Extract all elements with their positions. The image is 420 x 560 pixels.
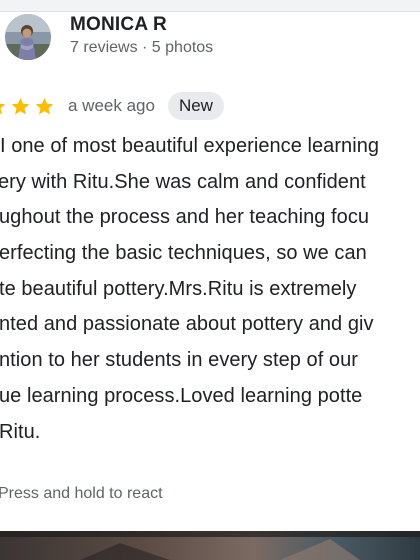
review-photo[interactable] xyxy=(0,531,420,560)
review-line: ue learning process.Loved learning potte xyxy=(0,384,363,407)
review-line: erfecting the basic techniques, so we ca… xyxy=(0,242,367,265)
top-divider xyxy=(0,0,420,12)
review-line: I one of most beautiful experience learn… xyxy=(0,136,380,157)
star-icon xyxy=(11,97,30,114)
star-icon xyxy=(0,103,6,114)
star-rating xyxy=(0,96,58,117)
review-line: ughout the process and her teaching focu xyxy=(0,206,370,229)
star-icon xyxy=(35,97,54,114)
review-line: Ritu. xyxy=(0,420,41,443)
react-hint[interactable]: Press and hold to react xyxy=(0,485,163,503)
review-text: I one of most beautiful experience learn… xyxy=(0,136,420,457)
review-line: te beautiful pottery.Mrs.Ritu is extreme… xyxy=(0,277,357,300)
review-card: MONICA R 7 reviews · 5 photos a week ago… xyxy=(0,0,420,560)
review-date: a week ago xyxy=(68,96,155,115)
review-line: ntion to her students in every step of o… xyxy=(0,349,358,372)
review-line: ery with Ritu.She was calm and confident xyxy=(0,170,366,193)
reviewer-name[interactable]: MONICA R xyxy=(70,14,167,36)
rating-row: a week ago New xyxy=(0,92,224,120)
review-line: nted and passionate about pottery and gi… xyxy=(0,313,374,336)
reviewer-stats: 7 reviews · 5 photos xyxy=(70,39,214,56)
avatar[interactable] xyxy=(5,14,51,60)
new-badge: New xyxy=(167,92,224,120)
